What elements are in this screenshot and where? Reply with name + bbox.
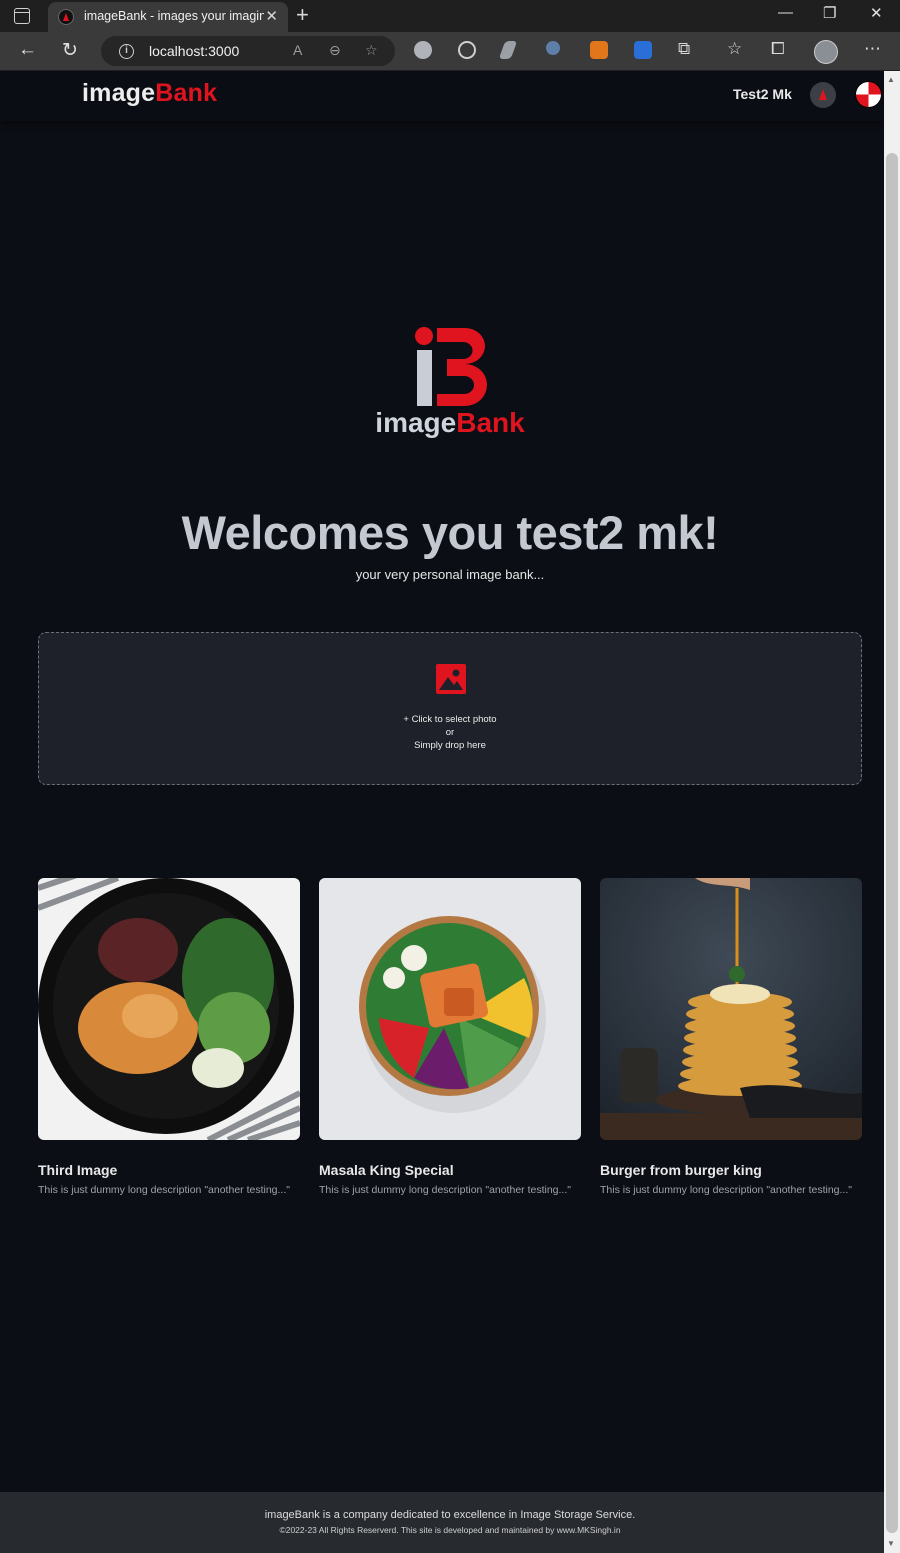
hero-brand: imageBank (0, 407, 884, 439)
read-aloud-icon[interactable]: A (293, 42, 302, 58)
close-tab-icon[interactable]: ✕ (265, 7, 278, 25)
tab-title: imageBank - images your imagin (84, 9, 264, 23)
image-card[interactable]: Burger from burger king This is just dum… (600, 878, 862, 1196)
site-navbar: imageBank Test2 Mk (0, 71, 884, 121)
extension-cookie-icon[interactable] (414, 41, 432, 59)
tagline: your very personal image bank... (355, 567, 545, 582)
card-image[interactable] (600, 878, 862, 1140)
new-tab-icon[interactable]: + (296, 2, 309, 28)
profile-avatar[interactable] (814, 40, 838, 64)
favicon-icon (58, 9, 74, 25)
dropzone-drop-text: Simply drop here (414, 740, 486, 751)
url-text[interactable]: localhost:3000 (149, 43, 239, 59)
add-favorite-icon[interactable]: ☆ (365, 42, 378, 59)
page-scrollbar[interactable]: ▲ ▼ (884, 71, 900, 1553)
address-bar[interactable]: i localhost:3000 A ⊖ ☆ (101, 36, 395, 66)
card-description: This is just dummy long description "ano… (319, 1184, 571, 1196)
browser-tab-bar: imageBank - images your imagin ✕ + — ❐ ✕ (0, 0, 900, 32)
image-upload-icon (436, 664, 466, 694)
notification-icon[interactable] (810, 82, 836, 108)
favorites-icon[interactable]: ☆ (727, 39, 742, 59)
scroll-up-icon[interactable]: ▲ (887, 75, 895, 84)
scrollbar-thumb[interactable] (886, 153, 898, 1533)
browser-tab[interactable]: imageBank - images your imagin ✕ (48, 2, 288, 32)
browser-toolbar: ← ↻ i localhost:3000 A ⊖ ☆ ⧉ ☆ ⧠ ⋯ (0, 32, 900, 71)
card-title[interactable]: Burger from burger king (600, 1162, 862, 1178)
minimize-icon[interactable]: — (778, 4, 793, 21)
card-title[interactable]: Third Image (38, 1162, 300, 1178)
footer-about-text: imageBank is a company dedicated to exce… (264, 1509, 636, 1521)
collections-icon[interactable]: ⧠ (771, 39, 785, 59)
card-image[interactable] (36, 865, 302, 1143)
site-info-icon[interactable]: i (119, 44, 134, 59)
card-image[interactable] (319, 878, 581, 1140)
window-close-icon[interactable]: ✕ (870, 4, 883, 22)
more-menu-icon[interactable]: ⋯ (864, 39, 881, 59)
dropzone-select-text[interactable]: + Click to select photo (39, 714, 861, 725)
footer-copyright-text: ©2022-23 All Rights Reserverd. This site… (279, 1525, 621, 1535)
brand-image-text: image (82, 79, 156, 107)
dropzone-or-text: or (445, 727, 455, 738)
photo-dropzone[interactable]: + Click to select photo or Simply drop h… (38, 632, 862, 785)
card-description: This is just dummy long description "ano… (38, 1184, 290, 1196)
image-card[interactable]: Masala King Special This is just dummy l… (319, 878, 581, 1196)
hero-brand-image-text: image (375, 407, 457, 438)
image-card[interactable]: Third Image This is just dummy long desc… (36, 865, 302, 1196)
extension-feather-icon[interactable] (498, 41, 518, 59)
restore-icon[interactable]: ❐ (823, 4, 836, 22)
site-footer: imageBank is a company dedicated to exce… (0, 1492, 884, 1553)
card-description: This is just dummy long description "ano… (600, 1184, 852, 1196)
extension-fox-icon[interactable] (590, 41, 608, 59)
scroll-down-icon[interactable]: ▼ (887, 1539, 895, 1548)
user-menu-logo-icon[interactable] (855, 81, 882, 108)
welcome-heading: Welcomes you test2 mk! (181, 506, 719, 559)
brand-bank-text: Bank (155, 79, 218, 107)
card-title[interactable]: Masala King Special (319, 1162, 581, 1178)
back-icon[interactable]: ← (18, 39, 37, 61)
extension-target-icon[interactable] (458, 41, 476, 59)
refresh-icon[interactable]: ↻ (62, 39, 78, 62)
extensions-icon[interactable]: ⧉ (678, 39, 690, 59)
extension-search-icon[interactable] (546, 41, 560, 55)
tab-actions-icon[interactable] (14, 8, 30, 24)
navbar-brand[interactable]: imageBank (82, 79, 217, 108)
page-viewport: imageBank Test2 Mk imageBank Welcomes yo… (0, 71, 884, 1553)
hero-brand-bank-text: Bank (456, 407, 525, 438)
navbar-username[interactable]: Test2 Mk (733, 86, 792, 102)
extension-pen-icon[interactable] (634, 41, 652, 59)
zoom-icon[interactable]: ⊖ (329, 42, 341, 59)
